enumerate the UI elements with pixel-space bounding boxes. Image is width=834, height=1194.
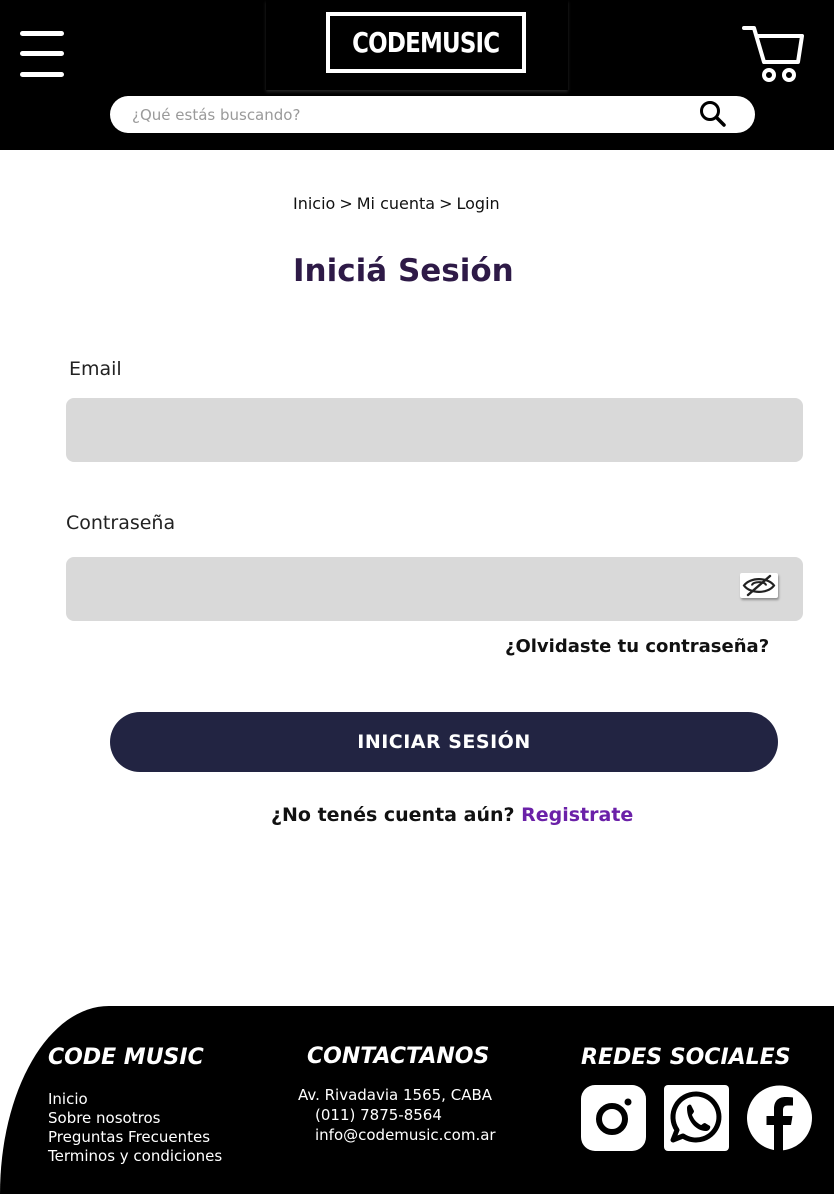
- footer-email[interactable]: info@codemusic.com.ar: [315, 1126, 496, 1144]
- footer-address: Av. Rivadavia 1565, CABA: [298, 1086, 493, 1104]
- breadcrumb-item-inicio[interactable]: Inicio: [293, 194, 335, 213]
- register-prompt: ¿No tenés cuenta aún? Registrate: [271, 804, 633, 826]
- cart-icon[interactable]: [742, 22, 804, 84]
- logo-text: CODEMUSIC: [352, 26, 500, 59]
- whatsapp-icon[interactable]: [664, 1085, 729, 1151]
- search-icon[interactable]: [698, 99, 728, 129]
- breadcrumb-item-login: Login: [456, 194, 500, 213]
- email-field[interactable]: [66, 398, 803, 462]
- toggle-password-visibility-button[interactable]: [740, 573, 778, 598]
- password-field[interactable]: [66, 557, 803, 621]
- menu-icon[interactable]: [20, 31, 64, 77]
- breadcrumb-separator: >: [439, 194, 453, 213]
- register-link[interactable]: Registrate: [521, 804, 633, 826]
- logo[interactable]: CODEMUSIC: [326, 12, 526, 73]
- page-title: Iniciá Sesión: [293, 253, 514, 289]
- footer-brand-title: CODE MUSIC: [48, 1045, 204, 1070]
- instagram-icon[interactable]: [581, 1085, 646, 1151]
- forgot-password-link[interactable]: ¿Olvidaste tu contraseña?: [505, 636, 769, 657]
- footer-link-sobre-nosotros[interactable]: Sobre nosotros: [48, 1109, 222, 1128]
- footer-phone[interactable]: (011) 7875-8564: [315, 1106, 442, 1124]
- footer-links: Inicio Sobre nosotros Preguntas Frecuent…: [48, 1090, 222, 1166]
- register-prompt-text: ¿No tenés cuenta aún?: [271, 804, 515, 826]
- eye-slash-icon: [742, 574, 776, 597]
- password-label: Contraseña: [66, 512, 176, 534]
- footer-link-preguntas-frecuentes[interactable]: Preguntas Frecuentes: [48, 1128, 222, 1147]
- footer-social-title: REDES SOCIALES: [581, 1045, 791, 1070]
- footer-link-inicio[interactable]: Inicio: [48, 1090, 222, 1109]
- breadcrumb-item-mi-cuenta[interactable]: Mi cuenta: [357, 194, 435, 213]
- logo-container[interactable]: CODEMUSIC: [266, 0, 568, 90]
- search-bar: [110, 96, 755, 133]
- breadcrumb-separator: >: [339, 194, 353, 213]
- search-input[interactable]: [132, 96, 692, 133]
- login-button[interactable]: INICIAR SESIÓN: [110, 712, 778, 772]
- breadcrumb: Inicio > Mi cuenta > Login: [293, 194, 500, 213]
- footer-contact-title: CONTACTANOS: [307, 1044, 490, 1069]
- facebook-icon[interactable]: [747, 1085, 812, 1151]
- footer-link-terminos[interactable]: Terminos y condiciones: [48, 1147, 222, 1166]
- site-header: CODEMUSIC: [0, 0, 834, 150]
- email-label: Email: [69, 358, 122, 380]
